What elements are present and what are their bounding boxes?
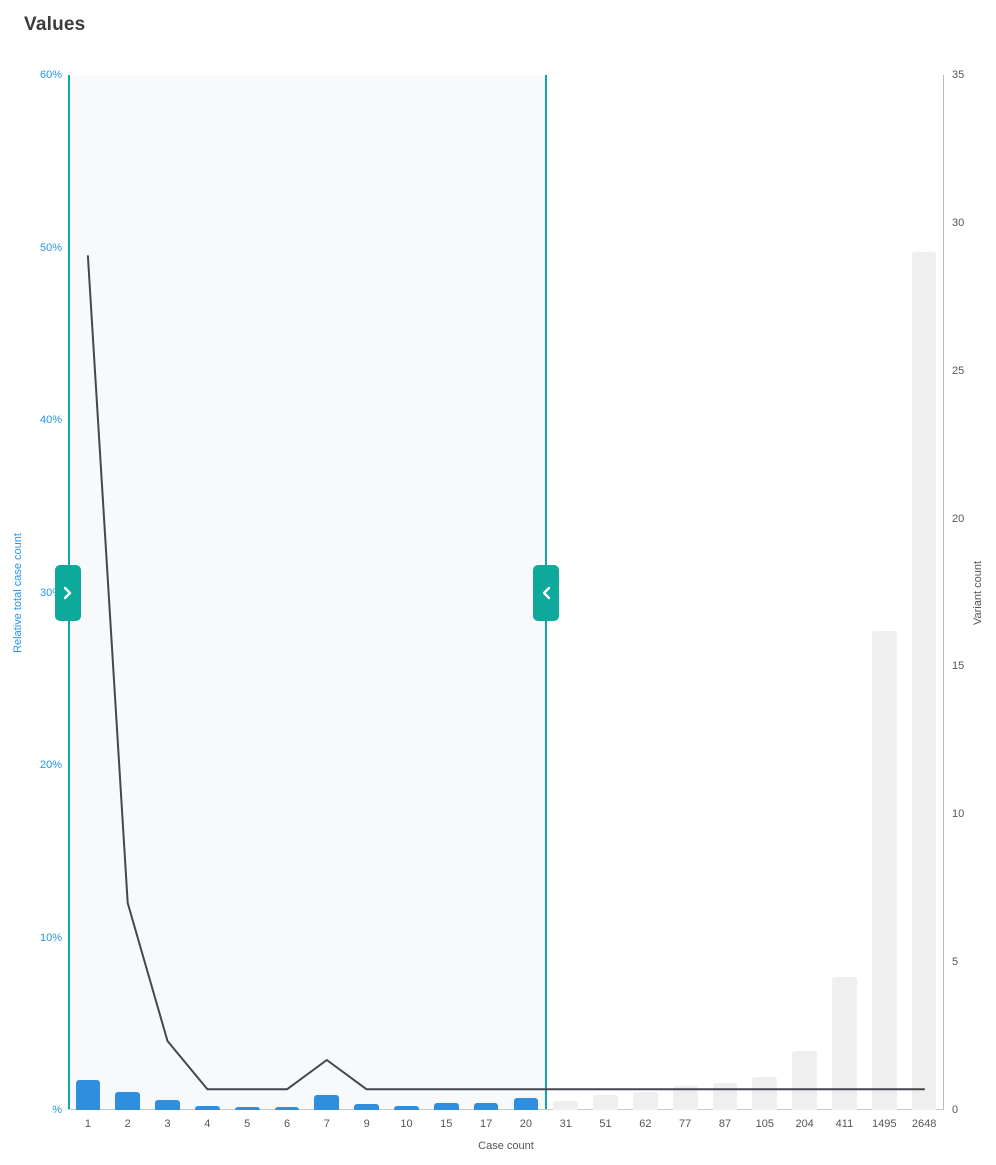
x-axis-tick: 31 [559, 1118, 572, 1130]
x-axis-tick: 204 [795, 1118, 814, 1130]
bar-1495[interactable] [871, 630, 897, 1110]
bar-204[interactable] [792, 1050, 817, 1110]
bars-layer [68, 75, 944, 1110]
right-axis-tick: 0 [952, 1104, 959, 1116]
right-axis-tick: 35 [952, 69, 965, 81]
x-axis-tick: 10 [400, 1118, 413, 1130]
bar-2[interactable] [115, 1092, 141, 1110]
bar-411[interactable] [832, 976, 857, 1110]
chevron-left-icon [542, 586, 551, 600]
right-axis-tick: 30 [952, 216, 965, 229]
bar-62[interactable] [633, 1092, 658, 1110]
x-axis-tick: 4 [204, 1118, 211, 1130]
x-axis-tick: 5 [244, 1118, 251, 1130]
left-axis-tick: % [52, 1104, 62, 1116]
right-axis-title: Variant count [972, 560, 984, 626]
x-axis-tick: 105 [755, 1118, 774, 1130]
slider-handle-right[interactable] [532, 565, 559, 621]
bar-17[interactable] [473, 1102, 499, 1110]
left-axis-tick: 20% [39, 759, 62, 771]
x-axis-tick: 411 [835, 1118, 854, 1130]
left-axis-tick: 40% [39, 414, 62, 426]
x-axis-tick: 62 [639, 1118, 652, 1130]
right-axis-tick: 10 [952, 808, 965, 821]
bar-10[interactable] [394, 1105, 419, 1110]
bar-105[interactable] [752, 1077, 778, 1110]
x-axis-tick: 20 [519, 1118, 533, 1130]
bar-51[interactable] [593, 1095, 618, 1110]
bar-31[interactable] [553, 1101, 579, 1110]
x-axis-tick: 2648 [911, 1118, 937, 1130]
bar-87[interactable] [712, 1083, 738, 1110]
left-axis-ticks: 60% 50% 40% 30% 20% 10%% [0, 0, 62, 1165]
right-axis-tick: 20 [952, 512, 965, 525]
bar-3[interactable] [155, 1099, 180, 1110]
bar-7[interactable] [314, 1095, 340, 1110]
x-axis-tick: 1495 [872, 1118, 897, 1130]
bar-2648[interactable] [911, 252, 937, 1110]
chart-container: Values 60% 50% 40% 30% 20% 10%% 35 30 25 20 15 10 5… [0, 0, 996, 1165]
bar-5[interactable] [234, 1107, 260, 1110]
x-axis-tick: 3 [164, 1118, 171, 1130]
slider-handle-left[interactable] [55, 565, 81, 621]
bar-6[interactable] [274, 1107, 300, 1110]
x-axis-tick: 2 [124, 1118, 131, 1130]
chevron-right-icon [63, 586, 72, 600]
bar-4[interactable] [195, 1105, 220, 1110]
left-axis-tick: 60% [39, 69, 62, 81]
x-axis-tick: 9 [363, 1118, 370, 1130]
bar-15[interactable] [433, 1102, 459, 1110]
bar-20[interactable] [513, 1098, 539, 1110]
x-axis-tick: 77 [679, 1118, 692, 1130]
bar-77[interactable] [672, 1086, 698, 1110]
x-axis-tick: 6 [283, 1118, 291, 1130]
left-axis-tick: 50% [39, 241, 62, 254]
right-axis-tick: 15 [952, 660, 965, 673]
x-axis-tick: 1 [84, 1118, 91, 1130]
bar-9[interactable] [354, 1104, 379, 1110]
bar-1[interactable] [75, 1080, 101, 1110]
x-axis-tick: 51 [599, 1118, 612, 1130]
right-axis-tick: 25 [952, 364, 965, 377]
right-axis-tick: 5 [952, 956, 959, 969]
left-axis-title: Relative total case count [12, 533, 24, 653]
x-axis-tick: 7 [323, 1118, 330, 1130]
x-axis-tick: 15 [440, 1118, 453, 1130]
x-axis-tick: 87 [718, 1118, 732, 1130]
x-axis-title: Case count [478, 1140, 534, 1152]
x-axis-tick: 17 [479, 1118, 493, 1130]
left-axis-tick: 10% [39, 931, 62, 944]
